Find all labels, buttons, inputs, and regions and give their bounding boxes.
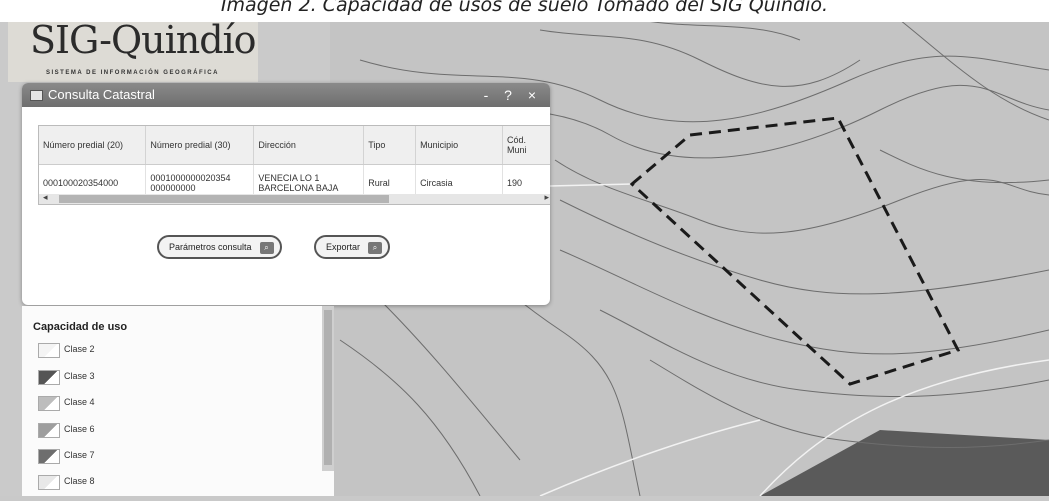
cadastral-query-dialog: Consulta Catastral - ? × Número predial … [22, 83, 550, 305]
scroll-left-icon[interactable]: ◂ [43, 192, 48, 203]
dialog-title: Consulta Catastral [48, 87, 155, 102]
logo-subtitle: SISTEMA DE INFORMACIÓN GEOGRÁFICA [46, 70, 219, 76]
search-icon: ⌕ [368, 241, 383, 254]
search-icon: ⌕ [259, 241, 274, 254]
column-header[interactable]: Dirección [253, 126, 365, 165]
column-header[interactable]: Tipo [363, 126, 417, 165]
legend-swatch [38, 423, 60, 438]
table-header-row: Número predial (20) Número predial (30) … [39, 126, 550, 165]
legend-scrollbar[interactable] [322, 306, 334, 471]
legend-panel: Capacidad de uso Clase 2 Clase 3 Clase 4… [22, 306, 334, 496]
scroll-right-icon[interactable]: ▸ [544, 192, 549, 203]
button-label: Exportar [326, 242, 361, 252]
scroll-thumb[interactable] [59, 195, 389, 203]
export-button[interactable]: Exportar ⌕ [314, 235, 391, 259]
legend-swatch [38, 475, 60, 490]
results-table: Número predial (20) Número predial (30) … [38, 125, 550, 205]
legend-swatch [38, 370, 60, 385]
column-header[interactable]: Número predial (30) [145, 126, 255, 165]
logo-title: SIG-Quindío [30, 18, 257, 62]
horizontal-scrollbar[interactable]: ◂ ▸ [39, 192, 550, 204]
column-header[interactable]: Cód. Muni [502, 126, 550, 165]
legend-title: Capacidad de uso [33, 321, 128, 333]
legend-swatch [38, 396, 60, 411]
legend-swatch [38, 343, 60, 358]
dialog-titlebar[interactable]: Consulta Catastral - ? × [22, 83, 550, 107]
query-params-button[interactable]: Parámetros consulta ⌕ [157, 235, 282, 259]
button-label: Parámetros consulta [169, 242, 252, 252]
window-controls[interactable]: - ? × [484, 83, 542, 107]
column-header[interactable]: Municipio [415, 126, 504, 165]
scroll-thumb[interactable] [324, 310, 332, 465]
window-icon [30, 90, 43, 101]
legend-swatch [38, 449, 60, 464]
column-header[interactable]: Número predial (20) [39, 126, 147, 165]
figure-caption: Imagen 2. Capacidad de usos de suelo Tom… [0, 0, 1049, 22]
app-logo: SIG-Quindío SISTEMA DE INFORMACIÓN GEOGR… [8, 14, 258, 82]
